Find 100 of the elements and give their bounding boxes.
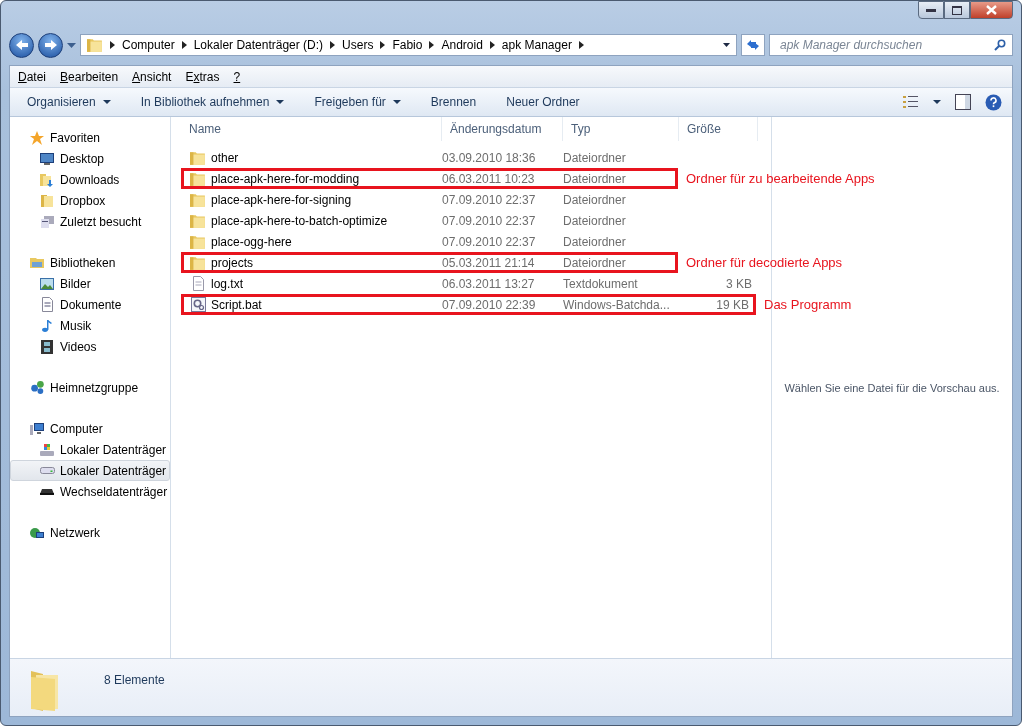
search-input[interactable]: apk Manager durchsuchen [778,37,994,53]
breadcrumb-arrow-icon[interactable] [578,41,584,49]
breadcrumb[interactable]: Computer [122,38,175,52]
breadcrumb[interactable]: Fabio [392,38,423,52]
nav-label: Computer [50,421,103,436]
nav-label: Desktop [60,151,105,166]
music-note-icon [42,319,52,332]
nav-item[interactable]: Musik [10,315,170,336]
nav-item[interactable]: Downloads [10,169,170,190]
nav-item[interactable]: Favoriten [10,127,170,148]
column-header[interactable]: Größe [679,117,758,141]
removable-drive-icon [40,488,54,495]
preview-pane-icon[interactable] [955,94,971,110]
breadcrumb[interactable]: Lokaler Datenträger (D:) [193,38,324,52]
homegroup-icon [30,381,44,394]
annotation: Ordner für zu bearbeitende Apps [686,171,875,186]
dropdown-icon[interactable] [723,43,730,47]
search-field[interactable]: apk Manager durchsuchen [769,34,1013,56]
dropdown-icon[interactable] [933,100,941,104]
breadcrumb-arrow-icon[interactable] [330,41,336,49]
nav-label: Lokaler Datenträger [60,442,167,457]
picture-icon [40,277,54,290]
search-icon[interactable] [994,39,1006,51]
address-bar[interactable]: Computer Lokaler Datenträger (D:) Users Fabio Android apk Manager [80,34,737,56]
file-row[interactable]: Script.bat [184,297,442,312]
column-header[interactable]: Name [181,117,442,141]
file-name: log.txt [211,276,243,291]
nav-item[interactable]: Dokumente [10,294,170,315]
document-icon [41,297,53,312]
nav-item[interactable]: Bilder [10,273,170,294]
back-button[interactable] [9,32,34,58]
nav-item[interactable]: Computer [10,418,170,439]
breadcrumb[interactable]: Users [342,38,374,52]
nav-label: Lokaler Datenträger [60,463,167,478]
nav-item[interactable]: Bibliotheken [10,252,170,273]
breadcrumb-arrow-icon[interactable] [110,41,115,49]
minimize-icon [926,8,936,12]
breadcrumb-arrow-icon[interactable] [429,41,435,49]
file-name: place-apk-here-to-batch-optimize [211,213,388,228]
breadcrumb[interactable]: Android [441,38,483,52]
file-row[interactable]: log.txt [184,276,442,291]
table-cell-text: 07.09.2010 22:37 [442,192,537,207]
table-cell-text: Dateiordner [563,234,627,249]
maximize-icon [952,5,962,15]
refresh-button[interactable] [741,34,765,56]
recent-places-icon [40,215,54,228]
file-row[interactable]: place-apk-here-to-batch-optimize [184,213,442,228]
folder-icon [190,213,206,228]
menu-item[interactable]: Datei [18,69,47,84]
refresh-arrows-icon [747,40,759,50]
file-row[interactable]: other [184,150,442,165]
nav-item[interactable]: Zuletzt besucht [10,211,170,232]
help-icon[interactable] [985,93,1002,111]
folder-icon [190,192,206,207]
toolbar-button[interactable]: In Bibliothek aufnehmen [131,91,294,113]
nav-item[interactable]: Netzwerk [10,522,170,543]
nav-item[interactable]: Heimnetzgruppe [10,377,170,398]
folder-icon [87,38,103,52]
film-icon [41,339,53,354]
minimize-button[interactable] [918,1,944,19]
maximize-button[interactable] [944,1,970,19]
forward-button[interactable] [38,32,63,58]
menu-item[interactable]: ? [233,69,241,84]
toolbar-button[interactable]: Neuer Ordner [497,91,589,113]
column-header[interactable]: Typ [563,117,679,141]
nav-item[interactable]: Lokaler Datenträger [10,439,170,460]
menu-item[interactable]: Bearbeiten [60,69,119,84]
file-row[interactable]: place-apk-here-for-modding [184,171,442,186]
toolbar-button[interactable]: Organisieren [18,91,120,113]
nav-label: Videos [60,339,97,354]
column-header[interactable]: Änderungsdatum [442,117,563,141]
preview-message: Wählen Sie eine Datei für die Vorschau aus. [784,381,1000,394]
nav-item[interactable]: Lokaler Datenträger [10,460,170,481]
menu-item[interactable]: Extras [185,69,220,84]
nav-item[interactable]: Dropbox [10,190,170,211]
breadcrumb-arrow-icon[interactable] [380,41,386,49]
file-row[interactable]: projects [184,255,442,270]
item-count: 8 Elemente [104,673,165,687]
history-dropdown-icon[interactable] [67,42,76,48]
breadcrumb-arrow-icon[interactable] [489,41,495,49]
breadcrumb-arrow-icon[interactable] [181,41,187,49]
menu-item[interactable]: Ansicht [132,69,172,84]
toolbar-button[interactable]: Freigeben für [305,91,410,113]
file-row[interactable]: place-apk-here-for-signing [184,192,442,207]
table-cell-text: 06.03.2011 13:27 [442,276,536,291]
table-cell-text: 05.03.2011 21:14 [442,255,536,270]
file-row[interactable]: place-ogg-here [184,234,442,249]
nav-item[interactable]: Wechseldatenträger [10,481,170,502]
forward-arrow-icon [44,40,57,50]
network-icon [30,527,44,538]
computer-icon [30,422,44,435]
close-button[interactable] [970,1,1013,19]
nav-label: Downloads [60,172,120,187]
nav-item[interactable]: Videos [10,336,170,357]
file-name: place-apk-here-for-modding [211,171,360,186]
view-options-icon[interactable] [903,96,919,108]
nav-item[interactable]: Desktop [10,148,170,169]
nav-label: Dropbox [60,193,106,208]
toolbar-button[interactable]: Brennen [421,91,486,113]
breadcrumb[interactable]: apk Manager [501,38,572,52]
